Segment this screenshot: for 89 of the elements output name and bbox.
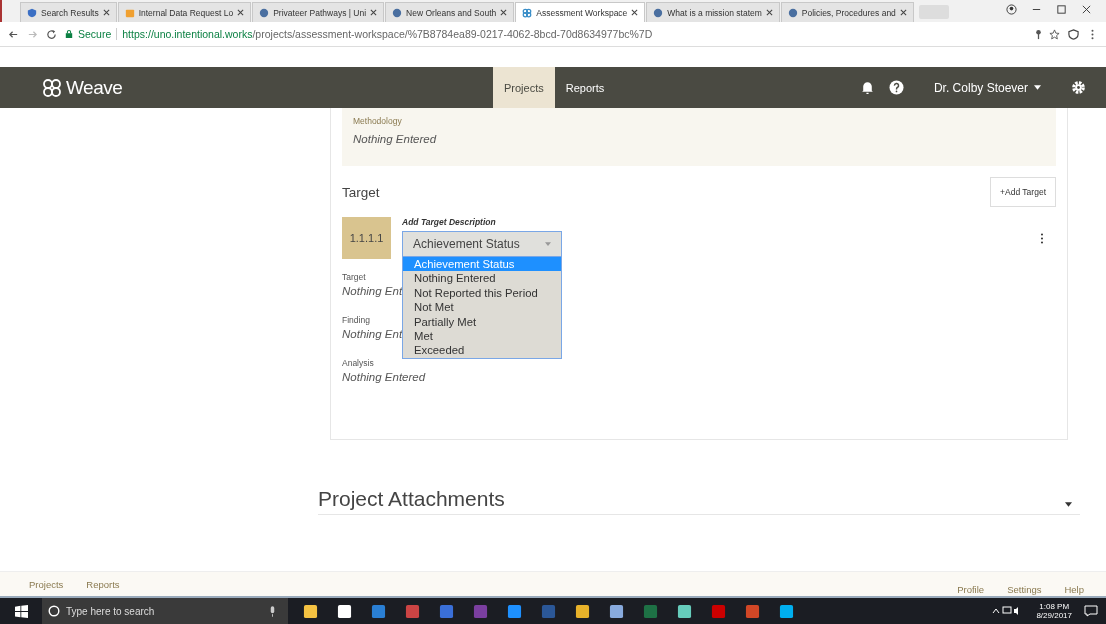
tab-title: Search Results	[41, 7, 99, 18]
caret-icon	[545, 242, 551, 246]
profile-icon[interactable]	[1006, 4, 1017, 15]
browser-tab[interactable]: Internal Data Request Lo	[117, 2, 252, 22]
close-icon[interactable]	[500, 9, 508, 16]
dropdown-option[interactable]: Partially Met	[403, 314, 561, 330]
field-label: Finding	[342, 315, 370, 325]
microphone-icon[interactable]	[269, 605, 276, 617]
help-icon[interactable]	[888, 80, 904, 95]
address-bar[interactable]: Secure https://uno.intentional.works/projects/assessment-workspace/%7B8784ea89-0217-4062-8bcd-70d8634977bc%7D	[65, 25, 1060, 43]
field-value: Nothing Entered	[353, 133, 438, 145]
add-target-button[interactable]: +Add Target	[990, 177, 1056, 207]
app-icon[interactable]	[779, 603, 794, 619]
dropdown-option[interactable]: Nothing Entered	[403, 271, 561, 286]
description-label: Add Target Description	[402, 217, 497, 227]
dropdown-option[interactable]: Met	[403, 329, 561, 344]
folder-icon	[124, 7, 135, 18]
dropdown-option[interactable]: Exceeded	[403, 343, 561, 358]
circle-icon	[48, 605, 60, 617]
settings-icon[interactable]	[1071, 80, 1086, 95]
secure-label: Secure	[78, 28, 112, 40]
section-heading: Target	[342, 184, 380, 200]
star-icon[interactable]	[1049, 28, 1060, 40]
tab-title: Assessment Workspace	[536, 7, 628, 18]
field-label: Analysis	[342, 358, 374, 368]
dropdown-option[interactable]: Not Met	[403, 300, 561, 315]
globe-icon	[392, 7, 403, 18]
key-icon[interactable]	[1033, 28, 1044, 40]
footer-link[interactable]: Profile	[957, 584, 985, 595]
close-icon[interactable]	[370, 9, 378, 16]
dropdown-option[interactable]: Not Reported this Period	[403, 285, 561, 301]
nav-link[interactable]: Projects	[493, 67, 555, 108]
nav-link[interactable]: Reports	[554, 67, 616, 108]
footer-link[interactable]: Projects	[29, 578, 64, 590]
close-icon[interactable]	[237, 9, 245, 16]
browser-tab[interactable]: New Orleans and South	[385, 2, 515, 22]
lock-icon	[65, 29, 73, 39]
user-menu[interactable]: Dr. Colby Stoever	[927, 79, 1047, 96]
bell-icon[interactable]	[859, 80, 875, 95]
field-value: Nothing Entered	[342, 371, 426, 383]
app-icon[interactable]	[677, 603, 692, 619]
search-field[interactable]: Type here to search	[42, 598, 288, 624]
maximize-icon[interactable]	[1056, 4, 1067, 15]
windows-start-icon[interactable]	[15, 604, 28, 618]
clock-time: 1:08 PM	[1039, 602, 1070, 611]
close-icon[interactable]	[631, 9, 639, 16]
close-icon[interactable]	[102, 9, 110, 16]
clock-date: 8/29/2017	[1036, 611, 1072, 620]
app-icon[interactable]	[303, 603, 318, 619]
field-value: Nothing Ent	[342, 328, 403, 340]
globe-icon	[653, 7, 664, 18]
knot-icon	[522, 7, 533, 18]
app-icon[interactable]	[609, 603, 624, 619]
browser-tab[interactable]: Search Results	[20, 2, 117, 22]
close-icon[interactable]	[1081, 4, 1092, 15]
shield-icon[interactable]	[1068, 28, 1079, 40]
globe-icon	[259, 7, 270, 18]
status-dropdown[interactable]: Achievement Status	[402, 231, 562, 257]
globe-icon	[787, 7, 798, 18]
close-icon[interactable]	[765, 9, 773, 16]
tab-title: What is a mission statem	[667, 7, 762, 18]
tab-title: Policies, Procedures and	[801, 7, 896, 18]
footer-link[interactable]: Help	[1064, 584, 1084, 595]
close-icon[interactable]	[899, 9, 907, 16]
url-text: https://uno.intentional.works/projects/assessment-workspace/%7B8784ea89-0217-4062-8bcd-70d8634977bc%7D	[122, 28, 653, 40]
app-icon[interactable]	[337, 603, 352, 619]
field-value: Nothing Ent	[342, 285, 403, 297]
knot-icon	[42, 77, 62, 98]
notification-icon[interactable]	[1084, 605, 1098, 617]
field-label: Methodology	[353, 116, 403, 126]
field-label: Target	[342, 272, 366, 282]
section-heading: Project Attachments	[318, 487, 505, 511]
reload-icon[interactable]	[46, 28, 57, 40]
caret-icon[interactable]	[1065, 501, 1072, 507]
app-icon[interactable]	[575, 603, 590, 619]
tab-title: Internal Data Request Lo	[138, 7, 234, 18]
tab-title: New Orleans and South	[406, 7, 497, 18]
caret-icon	[1034, 85, 1041, 90]
browser-tab[interactable]: Assessment Workspace	[515, 2, 646, 22]
footer-link[interactable]: Settings	[1007, 584, 1042, 595]
shield-icon	[27, 7, 37, 18]
browser-tab[interactable]: What is a mission statem	[646, 2, 780, 22]
logo-text: Weave	[66, 76, 123, 99]
target-code: 1.1.1.1	[342, 217, 391, 259]
footer-link[interactable]: Reports	[86, 578, 120, 590]
tab-title: Privateer Pathways | Uni	[273, 7, 367, 18]
more-icon[interactable]	[1040, 233, 1044, 244]
browser-tab[interactable]: Policies, Procedures and	[780, 2, 914, 22]
browser-tab[interactable]: Privateer Pathways | Uni	[252, 2, 385, 22]
